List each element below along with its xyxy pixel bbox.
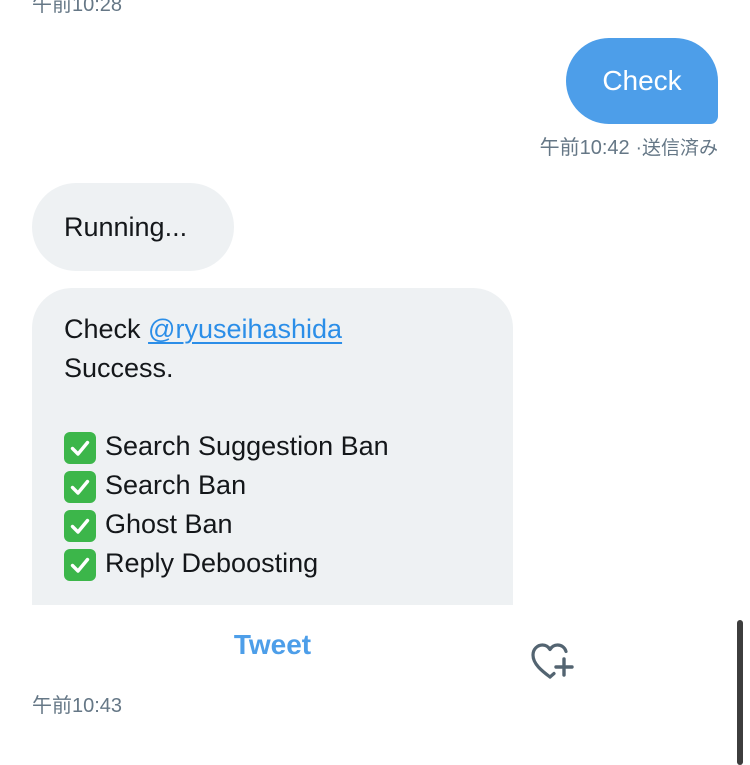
white-check-mark-icon: [64, 432, 96, 464]
running-text: Running...: [64, 211, 188, 242]
result-item-label: Search Ban: [105, 470, 247, 500]
sent-message-bubble[interactable]: Check: [566, 38, 718, 124]
result-item: Search Suggestion Ban: [64, 427, 513, 466]
received-message-running[interactable]: Running...: [32, 183, 234, 271]
white-check-mark-icon: [64, 510, 96, 542]
result-check-word: Check: [64, 314, 141, 344]
sent-status: ·送信済み: [635, 138, 718, 159]
heart-plus-icon: [531, 643, 574, 679]
tweet-button-label: Tweet: [233, 629, 312, 660]
result-item-label: Search Suggestion Ban: [105, 431, 389, 461]
tweet-quick-reply-button[interactable]: Tweet: [32, 612, 513, 678]
sent-message-text: Check: [602, 65, 682, 96]
received-message-timestamp: 午前10:43: [32, 695, 123, 717]
result-item-label: Ghost Ban: [105, 509, 233, 539]
sent-message-meta: 午前10:42 ·送信済み: [540, 131, 718, 160]
result-item: Reply Deboosting: [64, 544, 513, 583]
mention-link[interactable]: @ryuseihashida: [148, 314, 342, 344]
result-header-line: Check @ryuseihashida: [64, 310, 513, 349]
result-success-text: Success.: [64, 353, 174, 383]
received-message-result[interactable]: Check @ryuseihashida Success. Search Sug…: [32, 288, 513, 605]
previous-message-timestamp: 午前10:28: [32, 0, 123, 16]
result-item-label: Reply Deboosting: [105, 548, 319, 578]
sent-message-time: 午前10:42: [539, 137, 630, 159]
white-check-mark-icon: [64, 471, 96, 503]
result-item: Ghost Ban: [64, 505, 513, 544]
add-reaction-button[interactable]: [528, 640, 576, 682]
result-item: Search Ban: [64, 466, 513, 505]
white-check-mark-icon: [64, 549, 96, 581]
scrollbar[interactable]: [737, 620, 743, 765]
